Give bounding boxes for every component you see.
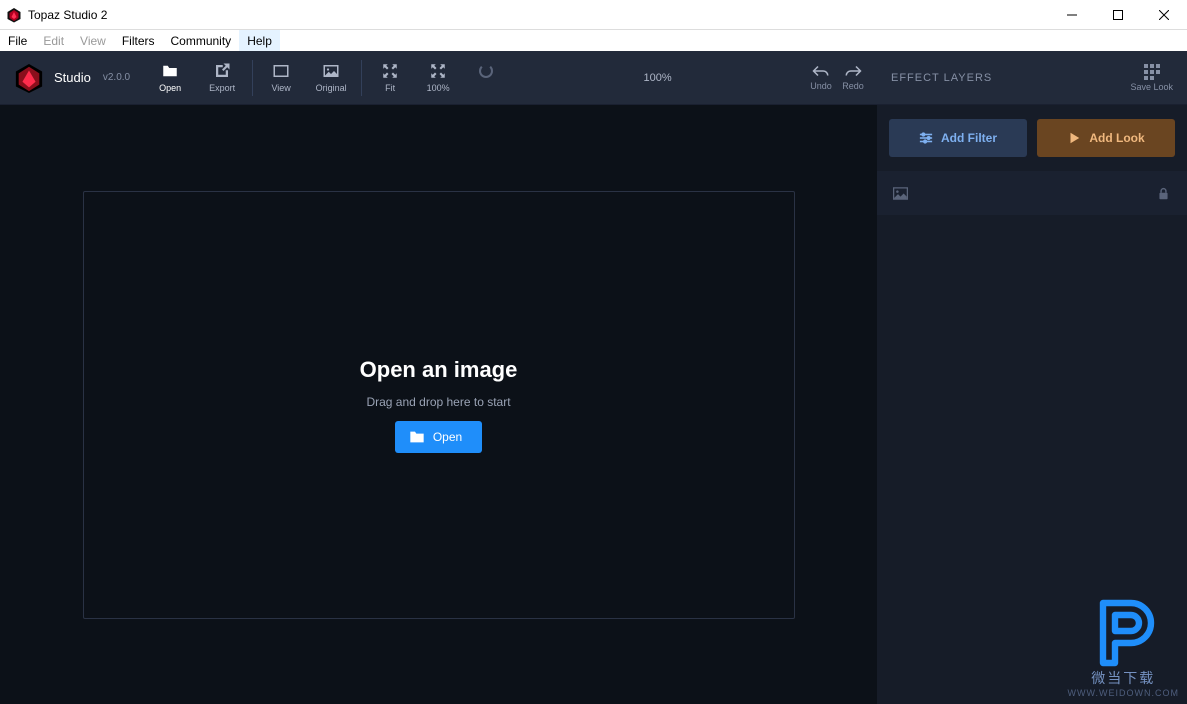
base-image-layer[interactable] [877,171,1187,215]
view-icon [272,62,290,80]
watermark-logo-icon [1083,587,1163,667]
spinner-icon [479,62,493,80]
play-icon [1067,131,1081,145]
brand-logo-icon [14,63,44,93]
brand-name: Studio [54,70,91,85]
window-minimize-button[interactable] [1049,0,1095,30]
main-toolbar: Studio v2.0.0 Open Export View Original [0,51,1187,105]
lock-icon [1156,187,1171,200]
window-close-button[interactable] [1141,0,1187,30]
dropzone-subtitle: Drag and drop here to start [366,395,510,409]
app-brand: Studio v2.0.0 [0,63,144,93]
expand-icon [429,62,447,80]
toolbar-view-button[interactable]: View [257,51,305,104]
toolbar-loading [462,51,510,104]
drop-zone[interactable]: Open an image Drag and drop here to star… [83,191,795,619]
window-titlebar: Topaz Studio 2 [0,0,1187,30]
menu-edit[interactable]: Edit [35,30,72,51]
canvas-area: Open an image Drag and drop here to star… [0,105,877,704]
toolbar-open-button[interactable]: Open [144,51,196,104]
menu-view[interactable]: View [72,30,114,51]
folder-icon [409,430,425,444]
window-maximize-button[interactable] [1095,0,1141,30]
menu-community[interactable]: Community [163,30,240,51]
toolbar-fit-button[interactable]: Fit [366,51,414,104]
effect-layers-header: EFFECT LAYERS Save Look [877,51,1187,104]
add-look-button[interactable]: Add Look [1037,119,1175,157]
toolbar-export-button[interactable]: Export [196,51,248,104]
grid-icon [1144,64,1160,80]
menu-filters[interactable]: Filters [114,30,163,51]
app-logo-icon [6,7,22,23]
add-filter-button[interactable]: Add Filter [889,119,1027,157]
save-look-button[interactable]: Save Look [1130,64,1173,92]
folder-icon [161,62,179,80]
dropzone-title: Open an image [360,357,518,383]
open-image-button[interactable]: Open [395,421,482,453]
zoom-display[interactable]: 100% [510,72,805,84]
menu-file[interactable]: File [0,30,35,51]
toolbar-original-button[interactable]: Original [305,51,357,104]
menu-bar: File Edit View Filters Community Help [0,30,1187,51]
toolbar-100-button[interactable]: 100% [414,51,462,104]
effect-layers-title: EFFECT LAYERS [891,72,992,84]
toolbar-separator [361,60,362,96]
image-icon [322,62,340,80]
effect-layers-panel: Add Filter Add Look 微当下载 WWW.WEIDOWN.COM [877,105,1187,704]
toolbar-separator [252,60,253,96]
fit-icon [381,62,399,80]
menu-help[interactable]: Help [239,30,280,51]
image-icon [893,187,908,200]
window-title: Topaz Studio 2 [28,8,107,22]
redo-button[interactable]: Redo [837,64,869,91]
sliders-icon [919,131,933,145]
redo-icon [844,64,862,78]
export-icon [213,62,231,80]
undo-icon [812,64,830,78]
undo-button[interactable]: Undo [805,64,837,91]
watermark: 微当下载 WWW.WEIDOWN.COM [1068,587,1179,698]
brand-version: v2.0.0 [103,72,130,83]
